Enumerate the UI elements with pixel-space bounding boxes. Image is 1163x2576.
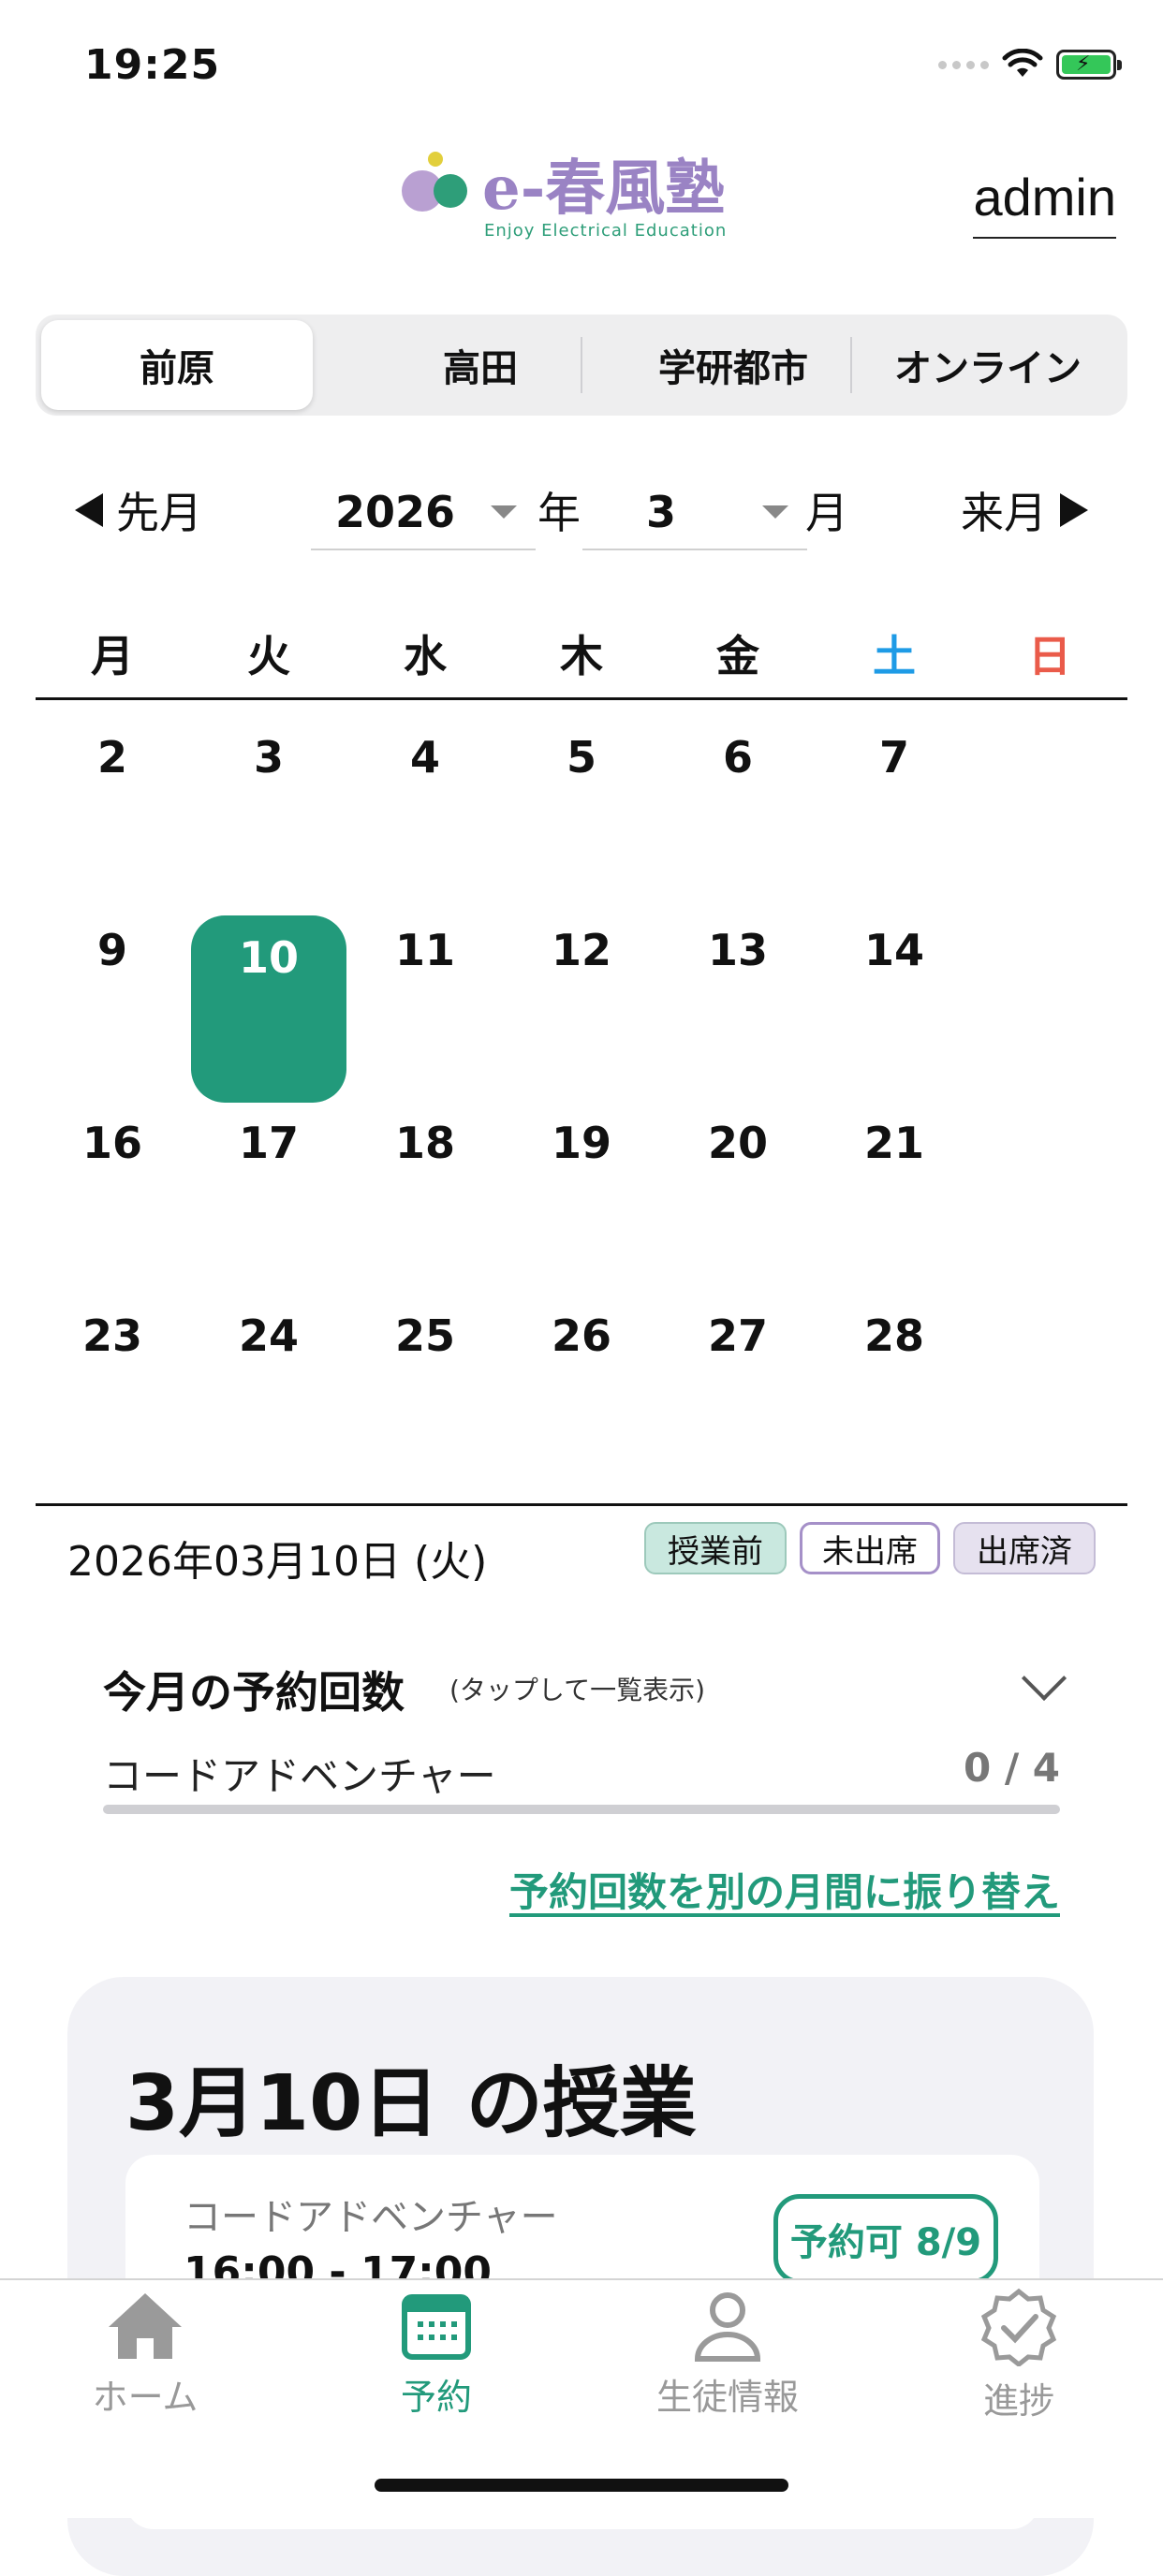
divider [581, 337, 582, 393]
prev-month-label: 先月 [116, 488, 202, 538]
calendar-day[interactable]: 21 [843, 1118, 946, 1168]
wifi-icon [1002, 49, 1043, 77]
class-date-title: 3月10日 の授業 [125, 2059, 697, 2148]
campus-tab-maebaru[interactable]: 前原 [41, 320, 313, 410]
calendar-day[interactable]: 24 [217, 1310, 320, 1361]
tab-student-info[interactable]: 生徒情報 [625, 2288, 831, 2420]
chevron-down-icon[interactable] [1021, 1655, 1067, 1702]
home-icon [109, 2293, 182, 2359]
course-count: 0 / 4 [963, 1745, 1060, 1791]
tab-progress[interactable]: 進捗 [916, 2288, 1122, 2423]
caret-down-icon [491, 505, 517, 519]
year-select[interactable]: 2026 [311, 476, 536, 550]
status-icons: ⚡ [938, 49, 1122, 80]
calendar-day[interactable]: 14 [843, 925, 946, 975]
tab-home[interactable]: ホーム [42, 2288, 248, 2420]
course-name: コードアドベンチャー [103, 1753, 496, 1799]
legend-before-class: 授業前 [644, 1522, 787, 1574]
month-select[interactable]: 3 [582, 476, 807, 550]
calendar-day[interactable]: 7 [843, 732, 946, 783]
signal-icon [938, 60, 989, 69]
calendar-day[interactable]: 17 [217, 1118, 320, 1168]
legend-not-attended: 未出席 [800, 1522, 940, 1574]
badge-check-icon [980, 2288, 1057, 2366]
tab-reservation[interactable]: 予約 [333, 2288, 539, 2420]
weekday-thu: 木 [560, 631, 603, 681]
campus-tab-takada[interactable]: 高田 [345, 320, 616, 410]
year-unit: 年 [537, 488, 581, 538]
logo-mark-icon [402, 152, 467, 212]
calendar-day[interactable]: 19 [530, 1118, 633, 1168]
weekday-fri: 金 [716, 631, 759, 681]
weekday-sat: 土 [873, 631, 916, 681]
calendar-day[interactable]: 6 [686, 732, 789, 783]
logo-text: e-春風塾 [482, 154, 726, 224]
calendar-day[interactable]: 27 [686, 1310, 789, 1361]
booking-progress-bar [103, 1805, 1060, 1814]
tab-progress-label: 進捗 [982, 2380, 1054, 2422]
campus-tab-online[interactable]: オンライン [852, 320, 1124, 410]
user-menu[interactable]: admin [973, 167, 1116, 239]
selected-date: 2026年03月10日 (火) [67, 1538, 488, 1586]
app-logo: e-春風塾 Enjoy Electrical Education [398, 140, 763, 248]
transfer-bookings-link[interactable]: 予約回数を別の月間に振り替え [509, 1861, 1060, 1918]
status-time: 19:25 [84, 41, 221, 89]
weekday-sun: 日 [1028, 631, 1071, 681]
calendar-day[interactable]: 13 [686, 925, 789, 975]
weekday-wed: 水 [404, 631, 447, 681]
calendar-day[interactable]: 12 [530, 925, 633, 975]
calendar-day[interactable]: 26 [530, 1310, 633, 1361]
prev-month-button[interactable]: 先月 [75, 479, 202, 541]
availability-button[interactable]: 予約可 8/9 [773, 2194, 998, 2284]
tab-student-info-label: 生徒情報 [655, 2377, 799, 2418]
calendar-day[interactable]: 10 [191, 915, 346, 1103]
calendar-day[interactable]: 16 [61, 1118, 164, 1168]
calendar-day[interactable]: 28 [843, 1310, 946, 1361]
next-month-button[interactable]: 来月 [961, 479, 1088, 541]
calendar-day[interactable]: 5 [530, 732, 633, 783]
next-month-label: 来月 [961, 488, 1047, 538]
calendar-top-rule [36, 697, 1127, 700]
calendar-bottom-rule [36, 1503, 1127, 1506]
battery-icon: ⚡ [1056, 50, 1122, 80]
caret-down-icon [762, 505, 788, 519]
calendar-day[interactable]: 20 [686, 1118, 789, 1168]
tab-reservation-label: 予約 [400, 2377, 472, 2418]
year-value: 2026 [335, 487, 456, 537]
month-unit: 月 [805, 488, 848, 538]
monthly-count-title[interactable]: 今月の予約回数 [103, 1659, 405, 1720]
legend-attended: 出席済 [953, 1522, 1096, 1574]
triangle-right-icon [1060, 493, 1088, 527]
class-course-name: コードアドベンチャー [184, 2196, 558, 2239]
weekday-mon: 月 [91, 631, 134, 681]
calendar-day[interactable]: 3 [217, 732, 320, 783]
home-indicator [375, 2479, 788, 2492]
calendar-day[interactable]: 11 [374, 925, 477, 975]
campus-tab-gakken[interactable]: 学研都市 [597, 320, 869, 410]
weekday-tue: 火 [247, 631, 290, 681]
calendar-day[interactable]: 2 [61, 732, 164, 783]
triangle-left-icon [75, 493, 103, 527]
logo-tagline: Enjoy Electrical Education [484, 221, 728, 241]
calendar-day[interactable]: 23 [61, 1310, 164, 1361]
person-icon [694, 2292, 761, 2362]
calendar-day[interactable]: 9 [61, 925, 164, 975]
calendar-icon [402, 2294, 471, 2360]
month-value: 3 [646, 487, 677, 537]
calendar-day[interactable]: 4 [374, 732, 477, 783]
tab-home-label: ホーム [92, 2377, 199, 2418]
campus-selector: 前原 高田 学研都市 オンライン [36, 315, 1127, 416]
monthly-count-hint: (タップして一覧表示) [449, 1675, 706, 1705]
calendar-day[interactable]: 25 [374, 1310, 477, 1361]
calendar-day[interactable]: 18 [374, 1118, 477, 1168]
